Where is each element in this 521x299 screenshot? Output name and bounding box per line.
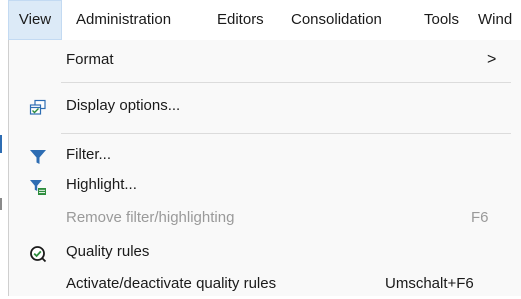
menu-item-format[interactable]: Format > (9, 45, 514, 75)
background-edge-mark (0, 198, 2, 210)
quality-rules-icon (29, 244, 47, 263)
menu-separator (61, 133, 511, 134)
format-label: Format (66, 51, 114, 68)
filter-icon (29, 147, 47, 165)
display-options-label: Display options... (66, 97, 181, 114)
activate-quality-rules-label: Activate/deactivate quality rules (66, 275, 277, 292)
background-edge-mark (0, 135, 2, 153)
activate-quality-rules-shortcut: Umschalt+F6 (385, 275, 474, 292)
menu-item-activate-quality-rules[interactable]: Activate/deactivate quality rules Umscha… (9, 269, 514, 299)
menu-consolidation[interactable]: Consolidation (291, 0, 382, 40)
menu-administration[interactable]: Administration (76, 0, 171, 40)
menu-window[interactable]: Wind (478, 0, 512, 40)
menu-item-filter[interactable]: Filter... (9, 140, 514, 170)
menu-item-quality-rules[interactable]: Quality rules (9, 237, 514, 267)
filter-label: Filter... (66, 146, 112, 163)
highlight-label: Highlight... (66, 176, 137, 193)
submenu-arrow-icon: > (487, 51, 497, 68)
menu-editors[interactable]: Editors (217, 0, 264, 40)
menu-tools[interactable]: Tools (424, 0, 459, 40)
menu-view[interactable]: View (8, 0, 62, 40)
menu-bar: View Administration Editors Consolidatio… (0, 0, 521, 40)
remove-filter-shortcut: F6 (471, 209, 489, 226)
quality-rules-label: Quality rules (66, 243, 150, 260)
menu-item-display-options[interactable]: Display options... (9, 91, 514, 121)
menu-separator (61, 82, 511, 83)
menu-item-highlight[interactable]: Highlight... (9, 170, 514, 200)
menu-item-remove-filter[interactable]: Remove filter/highlighting F6 (9, 203, 514, 233)
display-options-icon (29, 98, 47, 116)
view-dropdown-menu: Format > Display options... Filter... Hi… (8, 40, 521, 296)
highlight-filter-icon (29, 177, 47, 195)
remove-filter-label: Remove filter/highlighting (66, 209, 235, 226)
